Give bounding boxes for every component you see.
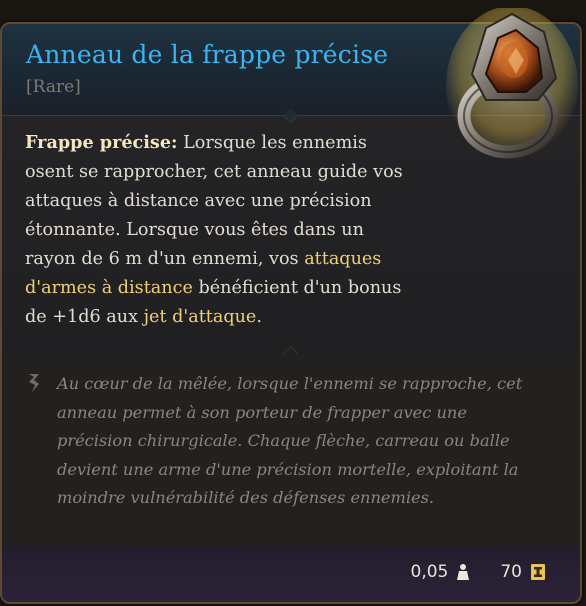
item-name: Anneau de la frappe précise: [26, 40, 389, 69]
weight-icon: [457, 564, 470, 580]
quill-icon: [29, 374, 39, 392]
flavor-section: Au cœur de la mêlée, lorsque l'ennemi se…: [2, 354, 580, 546]
ring-icon: [446, 8, 578, 166]
tooltip-footer: 0,05 70: [2, 546, 580, 602]
attack-roll-link[interactable]: jet d'attaque: [144, 307, 257, 327]
gold-value: 70: [500, 562, 522, 582]
flavor-text: Au cœur de la mêlée, lorsque l'ennemi se…: [57, 374, 523, 508]
item-description: Frappe précise: Lorsque les ennemis osen…: [25, 128, 415, 332]
gold-coin-icon: [531, 564, 545, 580]
weight-value: 0,05: [410, 562, 449, 582]
description-label: Frappe précise:: [25, 132, 178, 153]
item-rarity: [Rare]: [26, 77, 81, 97]
item-stats: 0,05 70: [411, 562, 547, 582]
description-text-3: .: [256, 307, 262, 327]
